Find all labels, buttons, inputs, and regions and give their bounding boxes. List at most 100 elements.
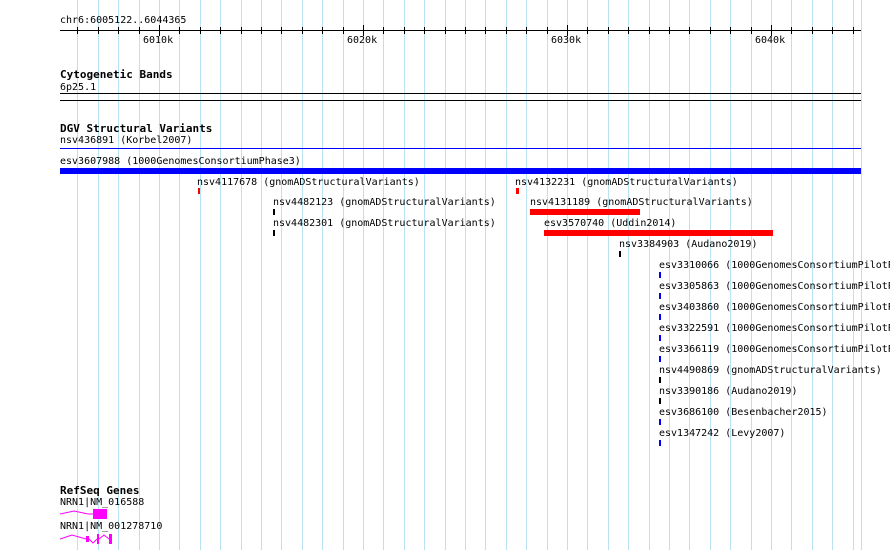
ruler-tick (343, 27, 344, 34)
dgv-feature-label[interactable]: nsv4490869 (gnomADStructuralVariants) (659, 365, 882, 377)
ruler-tick (547, 27, 548, 34)
grid-line (485, 0, 486, 550)
dgv-feature-bar[interactable] (659, 272, 661, 278)
ruler-tick (812, 27, 813, 34)
grid-line (200, 0, 201, 550)
dgv-feature-bar[interactable] (273, 230, 275, 236)
refseq-track-title[interactable]: RefSeq Genes (60, 484, 139, 497)
ruler-tick (853, 27, 854, 34)
dgv-feature-label[interactable]: esv3570740 (Uddin2014) (544, 218, 676, 230)
ruler-axis-line (60, 30, 861, 31)
ruler-tick (465, 27, 466, 34)
grid-line (322, 0, 323, 550)
ruler-tick-label: 6030k (551, 35, 582, 46)
dgv-feature-bar[interactable] (544, 230, 773, 236)
ruler-tick (445, 27, 446, 34)
dgv-feature-bar[interactable] (659, 314, 661, 320)
ruler-tick (200, 27, 201, 34)
dgv-feature-bar[interactable] (659, 293, 661, 299)
refseq-transcript-glyph[interactable] (60, 508, 120, 520)
ruler-tick (506, 27, 507, 34)
dgv-feature-label[interactable]: esv3403860 (1000GenomesConsortiumPilotP (659, 302, 890, 314)
ruler-tick (322, 27, 323, 34)
ruler-tick (302, 27, 303, 34)
grid-line (587, 0, 588, 550)
grid-line (689, 0, 690, 550)
ruler-tick (118, 27, 119, 34)
grid-line (139, 0, 140, 550)
grid-line (608, 0, 609, 550)
grid-line (302, 0, 303, 550)
dgv-feature-label[interactable]: nsv436891 (Korbel2007) (60, 135, 192, 147)
ruler-tick (261, 27, 262, 34)
dgv-feature-bar[interactable] (273, 209, 275, 215)
grid-line (118, 0, 119, 550)
dgv-feature-label[interactable]: esv3686100 (Besenbacher2015) (659, 407, 828, 419)
ruler-tick (628, 27, 629, 34)
dgv-feature-line[interactable] (60, 148, 861, 149)
dgv-feature-label[interactable]: esv3607988 (1000GenomesConsortiumPhase3) (60, 156, 301, 168)
grid-line (567, 0, 568, 550)
dgv-feature-label[interactable]: esv3305863 (1000GenomesConsortiumPilotP (659, 281, 890, 293)
grid-line (159, 0, 160, 550)
dgv-feature-label[interactable]: esv3322591 (1000GenomesConsortiumPilotP (659, 323, 890, 335)
dgv-track-title[interactable]: DGV Structural Variants (60, 122, 212, 135)
grid-line (853, 0, 854, 550)
ruler-tick-label: 6020k (347, 35, 378, 46)
grid-line (832, 0, 833, 550)
cytoband-outline-top (60, 93, 861, 94)
grid-line (730, 0, 731, 550)
ruler-tick (526, 27, 527, 34)
dgv-feature-label[interactable]: nsv4482123 (gnomADStructuralVariants) (273, 197, 496, 209)
ruler-tick (241, 27, 242, 34)
dgv-feature-label[interactable]: esv3366119 (1000GenomesConsortiumPilotP (659, 344, 890, 356)
grid-line (710, 0, 711, 550)
grid-line (404, 0, 405, 550)
dgv-feature-label[interactable]: nsv4131189 (gnomADStructuralVariants) (530, 197, 753, 209)
grid-line (424, 0, 425, 550)
grid-line (812, 0, 813, 550)
dgv-feature-label[interactable]: nsv3390186 (Audano2019) (659, 386, 797, 398)
grid-line (547, 0, 548, 550)
ruler-tick-label: 6040k (755, 35, 786, 46)
dgv-feature-bar[interactable] (659, 335, 661, 341)
grid-line (791, 0, 792, 550)
ruler-tick (179, 27, 180, 34)
ruler-tick (139, 27, 140, 34)
dgv-feature-bar[interactable] (659, 377, 661, 383)
grid-line (649, 0, 650, 550)
dgv-feature-label[interactable]: nsv4117678 (gnomADStructuralVariants) (197, 177, 420, 189)
grid-line (445, 0, 446, 550)
ruler-tick-label: 6010k (143, 35, 174, 46)
cytobands-track-title[interactable]: Cytogenetic Bands (60, 68, 173, 81)
dgv-feature-label[interactable]: esv3310066 (1000GenomesConsortiumPilotP (659, 260, 890, 272)
dgv-feature-bar[interactable] (659, 419, 661, 425)
ruler-tick (689, 27, 690, 34)
grid-line (363, 0, 364, 550)
ruler-tick (710, 27, 711, 34)
grid-line (98, 0, 99, 550)
ruler-tick (281, 27, 282, 34)
grid-line (861, 0, 862, 550)
dgv-feature-bar[interactable] (659, 356, 661, 362)
grid-line (220, 0, 221, 550)
dgv-feature-bar[interactable] (60, 168, 861, 174)
ruler-tick (730, 27, 731, 34)
refseq-transcript-glyph[interactable] (60, 532, 120, 546)
dgv-feature-label[interactable]: nsv4482301 (gnomADStructuralVariants) (273, 218, 496, 230)
dgv-feature-bar[interactable] (659, 440, 661, 446)
dgv-feature-label[interactable]: esv1347242 (Levy2007) (659, 428, 785, 440)
ruler-tick (669, 27, 670, 34)
ruler-tick (485, 27, 486, 34)
dgv-feature-bar[interactable] (619, 251, 621, 257)
dgv-feature-label[interactable]: nsv3384903 (Audano2019) (619, 239, 757, 251)
ruler-range-label: chr6:6005122..6044365 (60, 15, 187, 26)
dgv-feature-label[interactable]: nsv4132231 (gnomADStructuralVariants) (515, 177, 738, 189)
grid-line (628, 0, 629, 550)
ruler-tick (404, 27, 405, 34)
dgv-feature-bar[interactable] (198, 188, 200, 194)
dgv-feature-bar[interactable] (516, 188, 519, 194)
dgv-feature-bar[interactable] (530, 209, 640, 215)
ruler-tick (751, 27, 752, 34)
dgv-feature-bar[interactable] (659, 398, 661, 404)
